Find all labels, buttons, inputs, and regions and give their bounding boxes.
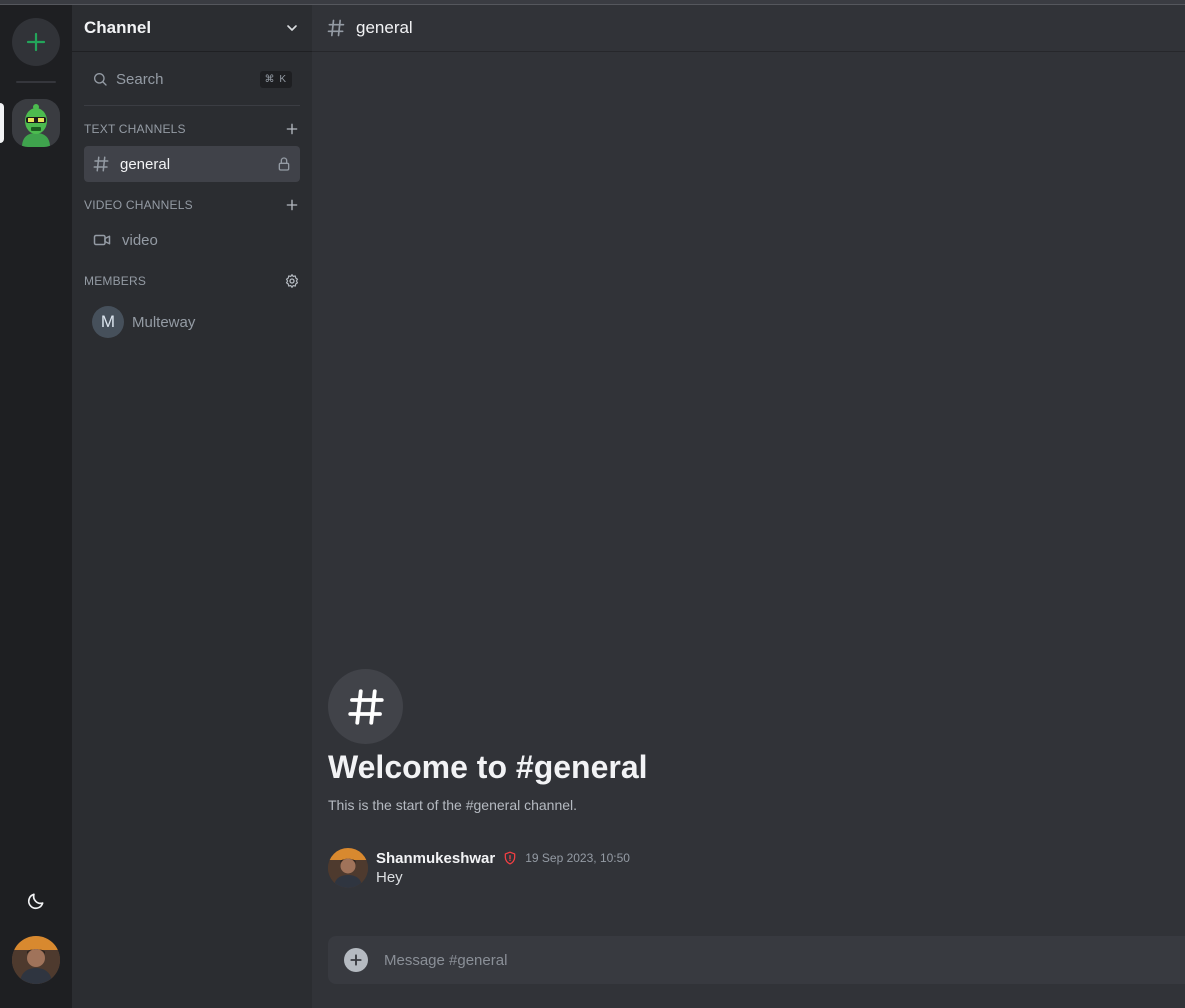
user-avatar-image xyxy=(12,936,60,984)
chevron-down-icon[interactable] xyxy=(284,20,300,36)
channel-sidebar: Channel Search ⌘ K TEXT CHANNELS general… xyxy=(72,5,312,1008)
message-body: Shanmukeshwar 19 Sep 2023, 10:50 Hey xyxy=(376,848,630,888)
admin-badge xyxy=(503,851,517,865)
message-meta: Shanmukeshwar 19 Sep 2023, 10:50 xyxy=(376,848,630,868)
channel-header: general xyxy=(312,5,1185,52)
hash-icon xyxy=(93,156,109,172)
video-channels-header: VIDEO CHANNELS xyxy=(84,197,300,213)
text-channels-header: TEXT CHANNELS xyxy=(84,121,300,137)
add-server-button[interactable] xyxy=(12,18,60,66)
sidebar-divider xyxy=(84,105,300,106)
channel-title: general xyxy=(356,18,413,37)
welcome-subtitle: This is the start of the #general channe… xyxy=(328,797,578,813)
hash-icon xyxy=(347,688,384,725)
message-item: Shanmukeshwar 19 Sep 2023, 10:50 Hey xyxy=(328,848,630,888)
server-name: Channel xyxy=(84,18,152,37)
plus-icon xyxy=(350,954,362,966)
welcome-hash-badge xyxy=(328,669,403,744)
rail-divider xyxy=(16,81,56,83)
user-avatar[interactable] xyxy=(12,936,60,984)
video-icon xyxy=(93,234,111,246)
member-avatar: M xyxy=(92,306,124,338)
member-name: Multeway xyxy=(132,313,196,331)
message-avatar[interactable] xyxy=(328,848,368,888)
add-text-channel-plus-icon[interactable] xyxy=(284,121,300,137)
video-channels-heading: VIDEO CHANNELS xyxy=(84,198,193,212)
gear-icon[interactable] xyxy=(284,273,300,289)
chat-area: general Welcome to #general This is the … xyxy=(312,5,1185,1008)
channel-name: general xyxy=(120,155,171,173)
text-channels-heading: TEXT CHANNELS xyxy=(84,122,186,136)
search-icon xyxy=(94,73,107,86)
search-label: Search xyxy=(116,70,164,88)
search-shortcut: ⌘ K xyxy=(259,70,292,88)
server-avatar-image xyxy=(12,99,60,147)
message-text: Hey xyxy=(376,869,403,886)
add-video-channel-plus-icon[interactable] xyxy=(284,197,300,213)
theme-toggle-button[interactable] xyxy=(22,887,50,915)
welcome-title: Welcome to #general xyxy=(328,749,648,785)
selected-server-indicator xyxy=(0,103,4,143)
attach-button[interactable] xyxy=(344,948,368,972)
message-input[interactable] xyxy=(384,951,1182,969)
shield-icon xyxy=(504,851,516,865)
members-header: MEMBERS xyxy=(84,273,300,289)
channel-item-video[interactable]: video xyxy=(84,222,300,258)
message-author[interactable]: Shanmukeshwar xyxy=(376,850,495,867)
channel-item-general[interactable]: general xyxy=(84,146,300,182)
message-avatar-image xyxy=(328,848,368,888)
plus-icon xyxy=(26,32,46,52)
channel-name: video xyxy=(122,231,158,249)
members-heading: MEMBERS xyxy=(84,274,147,288)
message-composer xyxy=(328,936,1185,984)
server-rail xyxy=(0,5,72,1008)
lock-icon xyxy=(278,157,290,171)
server-icon[interactable] xyxy=(12,99,60,147)
hash-icon xyxy=(327,19,345,37)
server-header[interactable]: Channel xyxy=(72,5,312,52)
member-item[interactable]: M Multeway xyxy=(92,305,195,339)
message-timestamp: 19 Sep 2023, 10:50 xyxy=(525,851,630,865)
search-button[interactable]: Search ⌘ K xyxy=(84,63,300,95)
moon-icon xyxy=(27,893,44,910)
